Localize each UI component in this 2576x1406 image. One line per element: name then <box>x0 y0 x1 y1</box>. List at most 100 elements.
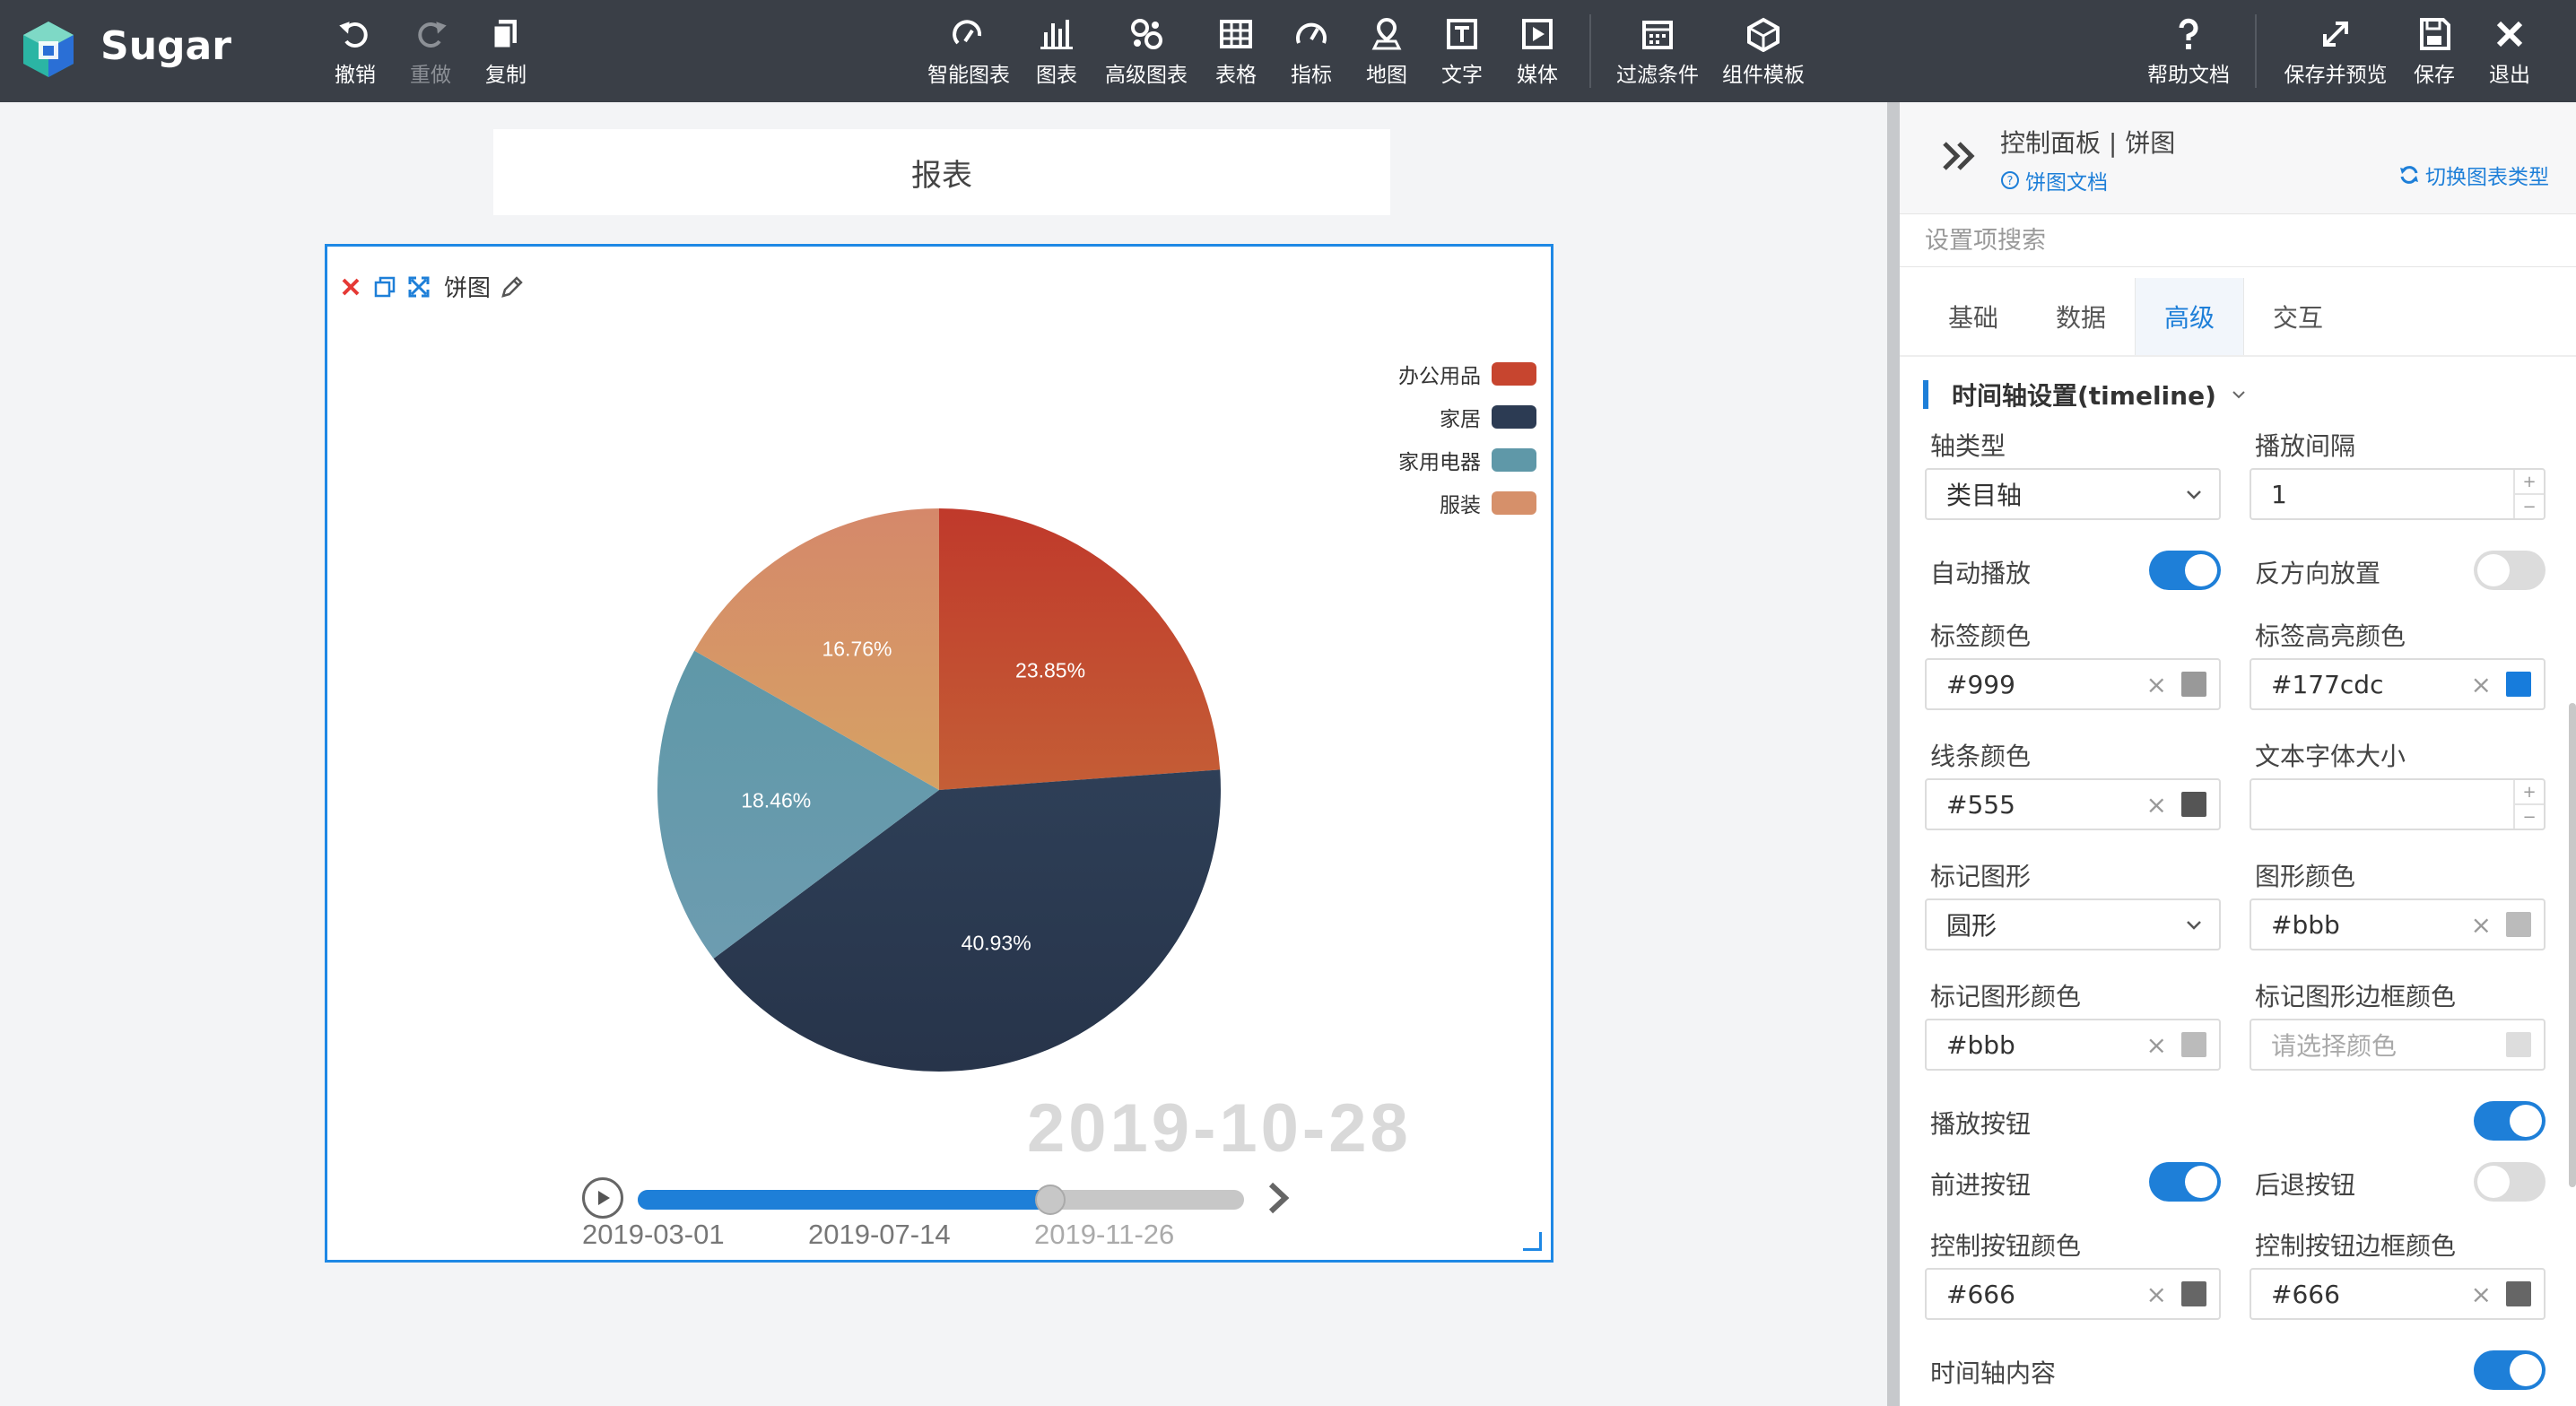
metric-button[interactable]: 指标 <box>1286 0 1336 102</box>
map-button[interactable]: 地图 <box>1362 0 1412 102</box>
color-swatch[interactable] <box>2506 1032 2531 1057</box>
label-color-input[interactable]: #999 × <box>1925 658 2221 710</box>
advanced-chart-button[interactable]: 高级图表 <box>1100 0 1193 102</box>
panel-scrollbar[interactable] <box>2569 703 2576 1187</box>
copy-button[interactable]: 复制 <box>483 0 529 102</box>
tab-advanced[interactable]: 高级 <box>2135 278 2244 355</box>
timeline-content-label: 时间轴内容 <box>1930 1358 2057 1388</box>
settings-search-input[interactable] <box>1900 214 2576 266</box>
pie-slice-label: 23.85% <box>1015 659 1085 682</box>
font-size-stepper[interactable]: + − <box>2250 778 2546 830</box>
auto-play-toggle[interactable] <box>2149 551 2221 590</box>
timeline-section-header[interactable]: 时间轴设置(timeline) <box>1923 377 2249 412</box>
clear-icon[interactable]: × <box>2471 1280 2492 1309</box>
timeline-tick-label[interactable]: 2019-11-26 <box>1034 1219 1174 1251</box>
play-interval-stepper[interactable]: 1 + − <box>2250 468 2546 520</box>
panel-header: 控制面板 | 饼图 ? 饼图文档 切换图表类型 <box>1900 102 2576 213</box>
panel-splitter[interactable] <box>1887 102 1900 1406</box>
timeline-track[interactable] <box>638 1185 1244 1215</box>
reverse-toggle[interactable] <box>2474 551 2546 590</box>
toolbar-divider-right <box>2255 14 2257 88</box>
help-docs-button[interactable]: 帮助文档 <box>2144 0 2233 102</box>
pie-slice[interactable] <box>939 508 1221 790</box>
forward-button-toggle[interactable] <box>2149 1162 2221 1202</box>
undo-button[interactable]: 撤销 <box>332 0 379 102</box>
tab-interaction[interactable]: 交互 <box>2244 278 2352 355</box>
report-title[interactable]: 报表 <box>493 129 1390 215</box>
text-button[interactable]: 文字 <box>1437 0 1487 102</box>
clear-icon[interactable]: × <box>2146 1030 2167 1060</box>
timeline-handle[interactable] <box>1034 1185 1066 1215</box>
label-highlight-color-input[interactable]: #177cdc × <box>2250 658 2546 710</box>
color-swatch[interactable] <box>2506 672 2531 697</box>
pie-docs-link[interactable]: ? 饼图文档 <box>2000 165 2108 195</box>
chart-button[interactable]: 图表 <box>1031 0 1082 102</box>
chevron-down-icon <box>2232 391 2245 399</box>
filter-calendar-icon <box>1640 14 1675 54</box>
play-button-toggle[interactable] <box>2474 1101 2546 1141</box>
template-button[interactable]: 组件模板 <box>1717 0 1810 102</box>
copy-label: 复制 <box>485 64 527 87</box>
switch-chart-type-link[interactable]: 切换图表类型 <box>2398 160 2549 190</box>
media-button[interactable]: 媒体 <box>1512 0 1562 102</box>
redo-label: 重做 <box>410 64 451 87</box>
line-color-value: #555 <box>1946 789 2015 820</box>
collapse-panel-icon[interactable] <box>1939 136 1979 176</box>
shape-color-input[interactable]: #bbb × <box>2250 898 2546 950</box>
exit-button[interactable]: 退出 <box>2486 0 2533 102</box>
clear-icon[interactable]: × <box>2146 790 2167 820</box>
clear-icon[interactable]: × <box>2146 1280 2167 1309</box>
text-label: 文字 <box>1441 64 1483 87</box>
redo-button[interactable]: 重做 <box>407 0 454 102</box>
color-swatch[interactable] <box>2181 792 2206 817</box>
help-docs-label: 帮助文档 <box>2147 64 2230 87</box>
color-swatch[interactable] <box>2181 1032 2206 1057</box>
font-size-label: 文本字体大小 <box>2255 742 2406 771</box>
timeline-progress <box>638 1190 1050 1210</box>
save-preview-button[interactable]: 保存并预览 <box>2278 0 2393 102</box>
play-button-label: 播放按钮 <box>1930 1109 2032 1139</box>
color-swatch[interactable] <box>2181 672 2206 697</box>
tab-data[interactable]: 数据 <box>2027 278 2135 355</box>
decrement-button[interactable]: − <box>2515 805 2544 829</box>
color-swatch[interactable] <box>2506 912 2531 937</box>
table-label: 表格 <box>1215 64 1257 87</box>
control-color-value: #666 <box>1946 1279 2015 1309</box>
increment-button[interactable]: + <box>2515 780 2544 805</box>
timeline-tick-label[interactable]: 2019-03-01 <box>582 1219 725 1251</box>
color-swatch[interactable] <box>2506 1281 2531 1306</box>
line-color-input[interactable]: #555 × <box>1925 778 2221 830</box>
back-button-toggle[interactable] <box>2474 1162 2546 1202</box>
marker-color-label: 标记图形颜色 <box>1930 982 2082 1011</box>
pie-chart-card[interactable]: 饼图 办公用品 家居 家用电器 服装 23.85% 40.93% 18.46% 16.… <box>325 244 1553 1263</box>
decrement-button[interactable]: − <box>2515 495 2544 518</box>
axis-type-select[interactable]: 类目轴 <box>1925 468 2221 520</box>
marker-color-input[interactable]: #bbb × <box>1925 1019 2221 1071</box>
marker-border-color-input[interactable]: 请选择颜色 <box>2250 1019 2546 1071</box>
save-button[interactable]: 保存 <box>2411 0 2458 102</box>
clear-icon[interactable]: × <box>2471 670 2492 699</box>
table-button[interactable]: 表格 <box>1211 0 1261 102</box>
resize-handle[interactable] <box>1523 1232 1542 1251</box>
control-color-input[interactable]: #666 × <box>1925 1268 2221 1320</box>
clear-icon[interactable]: × <box>2146 670 2167 699</box>
tab-basic[interactable]: 基础 <box>1919 278 2027 355</box>
app-name: Sugar <box>100 23 231 69</box>
color-swatch[interactable] <box>2181 1281 2206 1306</box>
increment-button[interactable]: + <box>2515 470 2544 495</box>
timeline-next-button[interactable] <box>1260 1176 1296 1220</box>
toggle-knob <box>2185 554 2217 586</box>
smart-chart-button[interactable]: 智能图表 <box>924 0 1014 102</box>
control-border-color-label: 控制按钮边框颜色 <box>2255 1231 2457 1261</box>
help-icon <box>2171 14 2206 54</box>
timeline-tick-label[interactable]: 2019-07-14 <box>808 1219 951 1251</box>
timeline-play-button[interactable] <box>582 1177 623 1219</box>
map-pin-icon <box>1369 14 1405 54</box>
chart-label: 图表 <box>1036 64 1077 87</box>
filter-button[interactable]: 过滤条件 <box>1611 0 1704 102</box>
control-border-color-input[interactable]: #666 × <box>2250 1268 2546 1320</box>
timeline-content-toggle[interactable] <box>2474 1350 2546 1390</box>
save-preview-label: 保存并预览 <box>2284 64 2388 87</box>
marker-shape-select[interactable]: 圆形 <box>1925 898 2221 950</box>
clear-icon[interactable]: × <box>2471 910 2492 940</box>
